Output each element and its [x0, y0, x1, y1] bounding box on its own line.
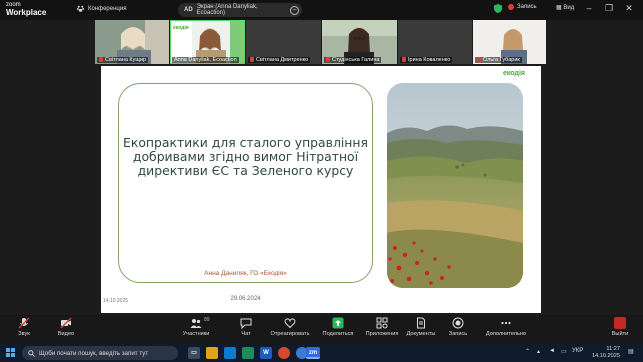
search-placeholder: Щоби почати пошук, введіть запит тут [39, 349, 149, 357]
network-icon[interactable]: ▴ [537, 348, 540, 355]
react-button[interactable]: Отреагировать [268, 317, 312, 337]
store-icon[interactable] [224, 347, 236, 359]
grid-icon: ▦ [556, 5, 562, 11]
participant-tile[interactable]: Ірина Коваленко [398, 20, 472, 64]
shield-icon [494, 4, 502, 13]
landscape-image [387, 83, 523, 288]
taskbar-search[interactable]: Щоби почати пошук, введіть запит тут [22, 346, 178, 360]
edge-icon[interactable] [242, 347, 254, 359]
audio-button[interactable]: Звук [2, 317, 46, 337]
share-label: Экран (Anna Danyliak, Ecoaction) [196, 4, 258, 16]
minimize-button[interactable]: – [583, 3, 595, 13]
mic-muted-icon [477, 57, 481, 62]
document-icon [417, 317, 425, 329]
participant-tile[interactable]: Світлана Дмитренко [246, 20, 321, 64]
task-view-icon[interactable]: ▭ [188, 347, 200, 359]
zoom-taskbar-icon[interactable]: zm [306, 347, 320, 359]
mic-muted-icon [99, 57, 103, 62]
mic-muted-icon [326, 57, 330, 62]
tray-chevron-icon[interactable]: ⌃ [525, 348, 530, 355]
stop-share-icon[interactable]: – [290, 5, 299, 15]
participant-tile-active[interactable]: екодія Anna Danyliak, Ecoaction [170, 20, 245, 64]
participant-tile[interactable]: Ольга Губарик [473, 20, 546, 64]
mic-muted-icon [250, 57, 254, 62]
close-button[interactable]: ✕ [623, 3, 635, 14]
ekodia-logo: екодія [503, 70, 525, 77]
heart-icon [284, 318, 296, 329]
volume-icon[interactable]: ◄ [549, 348, 555, 354]
chat-icon [240, 318, 252, 329]
more-icon [501, 321, 511, 325]
record-button[interactable]: Запись [436, 317, 480, 337]
video-off-icon [60, 317, 72, 329]
slide-date: 29.06.2024 [230, 296, 261, 302]
participants-button[interactable]: 89 Участники [174, 317, 218, 337]
participant-tile[interactable]: Студінська Галина [322, 20, 397, 64]
language-indicator[interactable]: УКР [572, 348, 583, 354]
apps-icon [376, 317, 388, 329]
clock-time: 11:27 [606, 346, 620, 352]
word-icon[interactable]: W [260, 347, 272, 359]
apps-button[interactable]: Приложения [360, 317, 404, 337]
participants-count: 89 [204, 317, 210, 323]
shared-slide: екодія Екопрактики для сталого управлінн… [101, 66, 541, 313]
title-frame: Екопрактики для сталого управління добри… [118, 83, 373, 302]
notifications-icon[interactable]: ▤ [628, 348, 634, 355]
participant-name: Світлана Дмитренко [248, 57, 311, 63]
view-label: Вид [563, 5, 575, 11]
file-explorer-icon[interactable] [206, 347, 218, 359]
title-bar: zoom Workplace Конференция AD Экран (Ann… [0, 0, 643, 20]
slide-title: Екопрактики для сталого управління добри… [123, 135, 368, 178]
battery-icon[interactable]: ▭ [561, 348, 567, 355]
zoom-logo: zoom Workplace [6, 2, 47, 17]
leave-icon [614, 317, 626, 329]
more-button[interactable]: Дополнительно [478, 317, 534, 337]
clock-date: 14.10.2025 [592, 353, 620, 359]
participant-name: Ірина Коваленко [400, 57, 453, 63]
chrome-icon[interactable] [278, 347, 290, 359]
record-label: Запись [517, 4, 537, 10]
landscape-photo [387, 83, 523, 288]
maximize-button[interactable]: ❐ [603, 3, 615, 14]
conference-menu[interactable]: Конференция [76, 4, 126, 13]
participant-name: Світлана Кущир [97, 57, 149, 63]
view-menu[interactable]: ▦ Вид [556, 4, 574, 11]
mic-muted-icon [18, 317, 30, 329]
windows-start-icon[interactable] [6, 348, 16, 358]
logo-line-2: Workplace [6, 8, 47, 17]
share-arrow-icon [332, 317, 344, 329]
participant-gallery: ‹ Світлана Кущир екодія Anna Danylia [95, 20, 546, 64]
mic-muted-icon [402, 57, 406, 62]
record-indicator[interactable]: Запись [508, 4, 537, 10]
meeting-toolbar: Звук Видео 89 Участники Чат Отреагироват… [0, 315, 643, 344]
paw-icon [76, 5, 85, 12]
people-icon [190, 319, 202, 328]
participant-name: Студінська Галина [324, 57, 382, 63]
share-initials: AD [184, 7, 193, 13]
conference-label: Конференция [88, 5, 127, 12]
screen-share-indicator[interactable]: AD Экран (Anna Danyliak, Ecoaction) – [178, 3, 302, 17]
chat-button[interactable]: Чат [224, 317, 268, 337]
slide-author: Анна Даниляк, ГО «Екодія» [204, 270, 287, 277]
video-button[interactable]: Видео [44, 317, 88, 337]
share-button[interactable]: Поделиться [316, 317, 360, 337]
system-clock[interactable]: 11:27 14.10.2025 [588, 346, 620, 360]
leave-button[interactable]: Выйти [602, 317, 638, 337]
participant-name: Ольга Губарик [475, 57, 522, 63]
record-dot-icon [508, 4, 514, 10]
svg-text:екодія: екодія [173, 25, 189, 31]
participant-name: Anna Danyliak, Ecoaction [172, 57, 239, 63]
os-taskbar: Щоби почати пошук, введіть запит тут ▭ W… [0, 344, 643, 362]
search-icon [28, 349, 35, 357]
slide-footer-date: 14.10.2025 [103, 298, 129, 304]
participant-tile[interactable]: Світлана Кущир [95, 20, 169, 64]
record-icon [452, 317, 464, 329]
